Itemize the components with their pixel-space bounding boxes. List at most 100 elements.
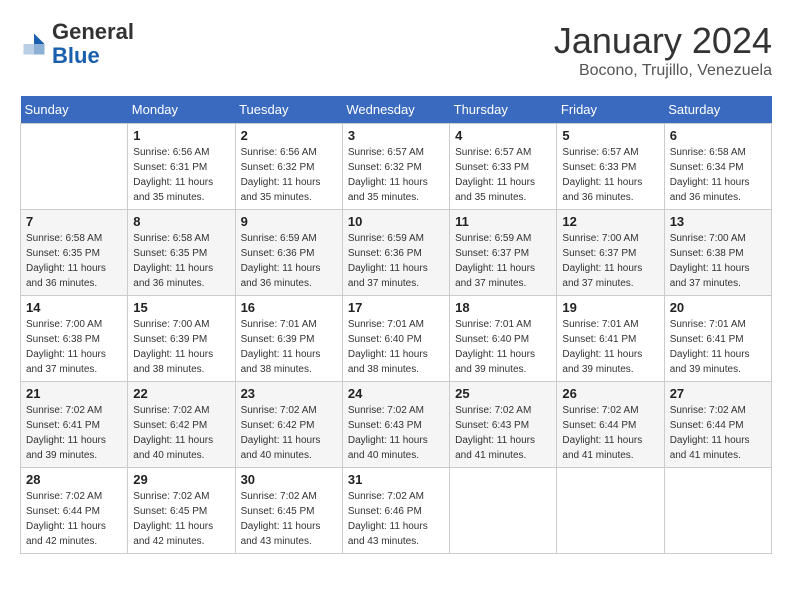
day-number: 17 [348,300,444,315]
day-number: 5 [562,128,658,143]
day-detail: Sunrise: 6:58 AMSunset: 6:35 PMDaylight:… [133,231,229,291]
logo-general-text: General [52,19,134,44]
logo-blue-text: Blue [52,43,100,68]
day-number: 18 [455,300,551,315]
day-detail: Sunrise: 7:01 AMSunset: 6:40 PMDaylight:… [348,317,444,377]
day-number: 26 [562,386,658,401]
day-detail: Sunrise: 7:00 AMSunset: 6:38 PMDaylight:… [670,231,766,291]
day-number: 10 [348,214,444,229]
calendar-cell: 28 Sunrise: 7:02 AMSunset: 6:44 PMDayligh… [21,468,128,554]
calendar-cell: 3 Sunrise: 6:57 AMSunset: 6:32 PMDaylight… [342,124,449,210]
calendar-cell: 26 Sunrise: 7:02 AMSunset: 6:44 PMDayligh… [557,382,664,468]
day-number: 15 [133,300,229,315]
day-detail: Sunrise: 7:02 AMSunset: 6:43 PMDaylight:… [348,403,444,463]
day-detail: Sunrise: 7:02 AMSunset: 6:42 PMDaylight:… [133,403,229,463]
day-number: 28 [26,472,122,487]
day-number: 11 [455,214,551,229]
calendar-cell: 6 Sunrise: 6:58 AMSunset: 6:34 PMDaylight… [664,124,771,210]
calendar-cell [664,468,771,554]
day-detail: Sunrise: 7:02 AMSunset: 6:45 PMDaylight:… [133,489,229,549]
day-number: 20 [670,300,766,315]
day-number: 30 [241,472,337,487]
day-number: 12 [562,214,658,229]
calendar-cell: 18 Sunrise: 7:01 AMSunset: 6:40 PMDayligh… [450,296,557,382]
calendar-cell [450,468,557,554]
day-detail: Sunrise: 6:58 AMSunset: 6:35 PMDaylight:… [26,231,122,291]
day-number: 16 [241,300,337,315]
calendar-cell: 1Sunrise: 6:56 AMSunset: 6:31 PMDaylight… [128,124,235,210]
calendar-cell [21,124,128,210]
title-block: January 2024 Bocono, Trujillo, Venezuela [554,20,772,80]
calendar-cell: 10 Sunrise: 6:59 AMSunset: 6:36 PMDayligh… [342,210,449,296]
day-number: 1 [133,128,229,143]
calendar-cell: 5 Sunrise: 6:57 AMSunset: 6:33 PMDaylight… [557,124,664,210]
day-detail: Sunrise: 6:59 AMSunset: 6:36 PMDaylight:… [241,231,337,291]
day-detail: Sunrise: 7:02 AMSunset: 6:44 PMDaylight:… [670,403,766,463]
day-detail: Sunrise: 7:01 AMSunset: 6:41 PMDaylight:… [670,317,766,377]
day-number: 2 [241,128,337,143]
day-detail: Sunrise: 7:00 AMSunset: 6:39 PMDaylight:… [133,317,229,377]
calendar-cell: 30 Sunrise: 7:02 AMSunset: 6:45 PMDayligh… [235,468,342,554]
day-detail: Sunrise: 7:00 AMSunset: 6:37 PMDaylight:… [562,231,658,291]
column-header-saturday: Saturday [664,96,771,124]
calendar-cell: 8Sunrise: 6:58 AMSunset: 6:35 PMDaylight… [128,210,235,296]
calendar-table: SundayMondayTuesdayWednesdayThursdayFrid… [20,96,772,554]
calendar-cell: 31 Sunrise: 7:02 AMSunset: 6:46 PMDayligh… [342,468,449,554]
day-detail: Sunrise: 7:02 AMSunset: 6:44 PMDaylight:… [562,403,658,463]
column-header-thursday: Thursday [450,96,557,124]
day-number: 23 [241,386,337,401]
calendar-cell: 17 Sunrise: 7:01 AMSunset: 6:40 PMDayligh… [342,296,449,382]
calendar-cell: 21Sunrise: 7:02 AMSunset: 6:41 PMDayligh… [21,382,128,468]
day-number: 13 [670,214,766,229]
page-header: General Blue January 2024 Bocono, Trujil… [20,20,772,80]
day-detail: Sunrise: 7:01 AMSunset: 6:41 PMDaylight:… [562,317,658,377]
day-detail: Sunrise: 7:02 AMSunset: 6:42 PMDaylight:… [241,403,337,463]
day-number: 4 [455,128,551,143]
calendar-cell: 7 Sunrise: 6:58 AMSunset: 6:35 PMDaylight… [21,210,128,296]
day-detail: Sunrise: 7:02 AMSunset: 6:45 PMDaylight:… [241,489,337,549]
day-number: 21 [26,386,122,401]
day-detail: Sunrise: 6:59 AMSunset: 6:37 PMDaylight:… [455,231,551,291]
logo-icon [20,30,48,58]
day-number: 7 [26,214,122,229]
column-header-monday: Monday [128,96,235,124]
calendar-cell: 16 Sunrise: 7:01 AMSunset: 6:39 PMDayligh… [235,296,342,382]
calendar-cell: 29Sunrise: 7:02 AMSunset: 6:45 PMDayligh… [128,468,235,554]
calendar-cell: 2 Sunrise: 6:56 AMSunset: 6:32 PMDaylight… [235,124,342,210]
calendar-subtitle: Bocono, Trujillo, Venezuela [554,62,772,80]
calendar-cell [557,468,664,554]
column-header-sunday: Sunday [21,96,128,124]
column-header-tuesday: Tuesday [235,96,342,124]
calendar-cell: 23 Sunrise: 7:02 AMSunset: 6:42 PMDayligh… [235,382,342,468]
day-number: 3 [348,128,444,143]
day-detail: Sunrise: 7:01 AMSunset: 6:39 PMDaylight:… [241,317,337,377]
logo: General Blue [20,20,134,68]
day-number: 19 [562,300,658,315]
day-detail: Sunrise: 6:56 AMSunset: 6:32 PMDaylight:… [241,145,337,205]
day-number: 22 [133,386,229,401]
day-number: 6 [670,128,766,143]
calendar-cell: 25Sunrise: 7:02 AMSunset: 6:43 PMDayligh… [450,382,557,468]
column-header-friday: Friday [557,96,664,124]
calendar-title: January 2024 [554,20,772,62]
calendar-cell: 19 Sunrise: 7:01 AMSunset: 6:41 PMDayligh… [557,296,664,382]
day-detail: Sunrise: 7:02 AMSunset: 6:44 PMDaylight:… [26,489,122,549]
day-number: 24 [348,386,444,401]
day-number: 14 [26,300,122,315]
calendar-cell: 24 Sunrise: 7:02 AMSunset: 6:43 PMDayligh… [342,382,449,468]
calendar-cell: 11 Sunrise: 6:59 AMSunset: 6:37 PMDayligh… [450,210,557,296]
day-detail: Sunrise: 6:59 AMSunset: 6:36 PMDaylight:… [348,231,444,291]
day-detail: Sunrise: 7:00 AMSunset: 6:38 PMDaylight:… [26,317,122,377]
calendar-cell: 22 Sunrise: 7:02 AMSunset: 6:42 PMDayligh… [128,382,235,468]
calendar-cell: 20 Sunrise: 7:01 AMSunset: 6:41 PMDayligh… [664,296,771,382]
day-detail: Sunrise: 6:58 AMSunset: 6:34 PMDaylight:… [670,145,766,205]
calendar-cell: 9Sunrise: 6:59 AMSunset: 6:36 PMDaylight… [235,210,342,296]
day-detail: Sunrise: 6:57 AMSunset: 6:33 PMDaylight:… [562,145,658,205]
day-number: 31 [348,472,444,487]
day-number: 25 [455,386,551,401]
calendar-cell: 14 Sunrise: 7:00 AMSunset: 6:38 PMDayligh… [21,296,128,382]
calendar-cell: 27Sunrise: 7:02 AMSunset: 6:44 PMDayligh… [664,382,771,468]
day-detail: Sunrise: 7:02 AMSunset: 6:46 PMDaylight:… [348,489,444,549]
day-detail: Sunrise: 7:01 AMSunset: 6:40 PMDaylight:… [455,317,551,377]
day-detail: Sunrise: 6:57 AMSunset: 6:32 PMDaylight:… [348,145,444,205]
